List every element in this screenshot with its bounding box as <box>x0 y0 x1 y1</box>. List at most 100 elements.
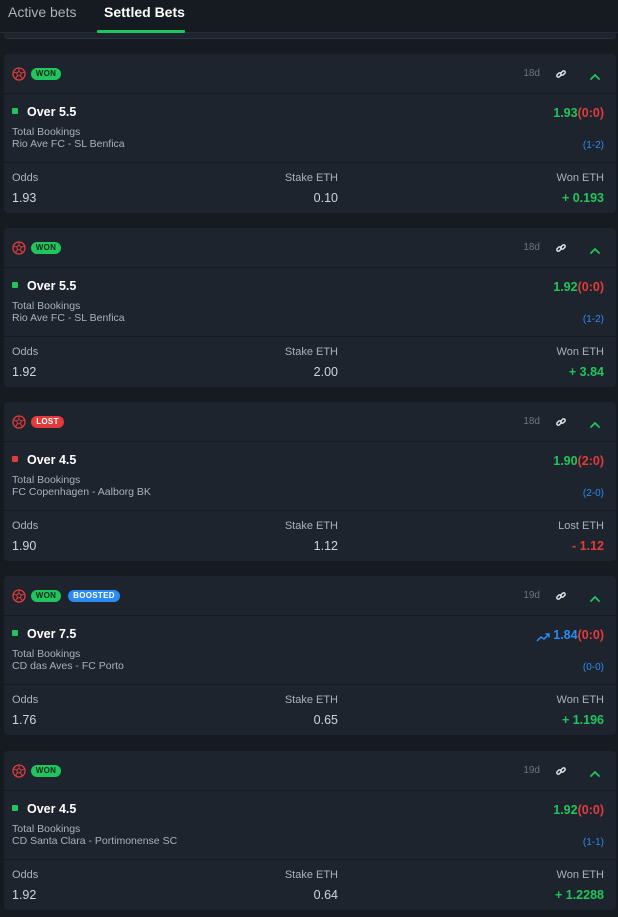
stake-value: 0.10 <box>313 191 338 205</box>
soccer-ball-icon <box>12 415 26 429</box>
card-divider <box>4 336 616 337</box>
price-block: 1.84(0:0) <box>536 628 604 642</box>
stake-value: 0.65 <box>313 713 338 727</box>
price-block: 1.90(2:0) <box>553 454 604 468</box>
chevron-up-icon[interactable] <box>589 243 601 254</box>
result-label: Won ETH <box>556 694 604 706</box>
odds-value: 1.92 <box>12 888 37 902</box>
odds-label: Odds <box>12 694 39 706</box>
result-label: Lost ETH <box>558 520 604 532</box>
stake-label: Stake ETH <box>284 869 338 881</box>
bet-card-header: WON 18d <box>4 54 616 94</box>
result-value: - 1.12 <box>572 539 604 553</box>
stake-value: 2.00 <box>313 365 338 379</box>
share-link-icon[interactable] <box>555 241 567 253</box>
bet-age: 19d <box>523 590 540 601</box>
bet-price: 1.92 <box>553 803 578 817</box>
card-divider <box>4 510 616 511</box>
score-at-bet: (0:0) <box>577 280 604 294</box>
stake-label: Stake ETH <box>284 172 338 184</box>
stake-label: Stake ETH <box>284 520 338 532</box>
boost-trend-icon <box>536 631 550 642</box>
status-badge: WON <box>31 68 61 80</box>
bet-card: WON BOOSTED 19d Over 7.5 Total Bookings CD da… <box>4 576 616 735</box>
bet-market: Total Bookings <box>12 648 81 660</box>
stake-value: 0.64 <box>313 888 338 902</box>
result-label: Won ETH <box>556 869 604 881</box>
bet-age: 18d <box>523 416 540 427</box>
result-label: Won ETH <box>556 346 604 358</box>
bet-card: WON 18d Over 5.5 Total Bookings Rio Ave FC -… <box>4 54 616 213</box>
result-indicator-dot <box>12 805 18 811</box>
bet-price: 1.84 <box>553 628 578 642</box>
bet-selection: Over 4.5 <box>27 802 77 816</box>
final-score: (1-2) <box>582 140 604 151</box>
card-divider <box>4 859 616 860</box>
odds-value: 1.93 <box>12 191 37 205</box>
result-value: + 1.196 <box>561 713 604 727</box>
bet-market: Total Bookings <box>12 474 81 486</box>
odds-label: Odds <box>12 346 39 358</box>
card-divider <box>4 684 616 685</box>
bet-selection: Over 5.5 <box>27 105 77 119</box>
match-name: Rio Ave FC - SL Benfica <box>12 312 125 324</box>
chevron-up-icon[interactable] <box>589 417 601 428</box>
bet-card-header: WON BOOSTED 19d <box>4 576 616 616</box>
odds-value: 1.76 <box>12 713 37 727</box>
status-badge: WON <box>31 242 61 254</box>
status-badge: WON <box>31 590 61 602</box>
bet-card-header: WON 19d <box>4 751 616 791</box>
share-link-icon[interactable] <box>555 67 567 79</box>
stake-label: Stake ETH <box>284 694 338 706</box>
bet-selection: Over 7.5 <box>27 627 77 641</box>
result-indicator-dot <box>12 108 18 114</box>
price-block: 1.92(0:0) <box>553 803 604 817</box>
score-at-bet: (0:0) <box>577 803 604 817</box>
bet-market: Total Bookings <box>12 823 81 835</box>
tab-settled-bets[interactable]: Settled Bets <box>104 4 185 32</box>
status-badge: LOST <box>31 416 64 428</box>
result-indicator-dot <box>12 630 18 636</box>
score-at-bet: (0:0) <box>577 628 604 642</box>
final-score: (1-1) <box>582 837 604 848</box>
chevron-up-icon[interactable] <box>589 69 601 80</box>
share-link-icon[interactable] <box>555 589 567 601</box>
result-indicator-dot <box>12 456 18 462</box>
match-name: CD Santa Clara - Portimonense SC <box>12 835 178 847</box>
boosted-badge: BOOSTED <box>68 590 120 602</box>
bet-price: 1.93 <box>553 106 578 120</box>
price-block: 1.93(0:0) <box>553 106 604 120</box>
bet-market: Total Bookings <box>12 126 81 138</box>
status-badge: WON <box>31 765 61 777</box>
bet-selection: Over 5.5 <box>27 279 77 293</box>
soccer-ball-icon <box>12 241 26 255</box>
bet-selection: Over 4.5 <box>27 453 77 467</box>
odds-label: Odds <box>12 869 39 881</box>
share-link-icon[interactable] <box>555 764 567 776</box>
bet-age: 18d <box>523 68 540 79</box>
bet-card-header: LOST 18d <box>4 402 616 442</box>
tab-active-bets[interactable]: Active bets <box>8 4 76 32</box>
bet-age: 18d <box>523 242 540 253</box>
match-name: Rio Ave FC - SL Benfica <box>12 138 125 150</box>
result-value: + 1.2288 <box>554 888 604 902</box>
bets-tabs: Active bets Settled Bets <box>0 0 618 33</box>
score-at-bet: (0:0) <box>577 106 604 120</box>
bet-card: WON 18d Over 5.5 Total Bookings Rio Ave FC -… <box>4 228 616 387</box>
chevron-up-icon[interactable] <box>589 591 601 602</box>
match-name: FC Copenhagen - Aalborg BK <box>12 486 151 498</box>
result-label: Won ETH <box>556 172 604 184</box>
odds-value: 1.90 <box>12 539 37 553</box>
price-block: 1.92(0:0) <box>553 280 604 294</box>
soccer-ball-icon <box>12 589 26 603</box>
final-score: (0-0) <box>582 662 604 673</box>
soccer-ball-icon <box>12 67 26 81</box>
result-value: + 0.193 <box>561 191 604 205</box>
result-indicator-dot <box>12 282 18 288</box>
share-link-icon[interactable] <box>555 415 567 427</box>
result-value: + 3.84 <box>568 365 604 379</box>
stake-value: 1.12 <box>313 539 338 553</box>
chevron-up-icon[interactable] <box>589 766 601 777</box>
bet-market: Total Bookings <box>12 300 81 312</box>
bet-price: 1.92 <box>553 280 578 294</box>
